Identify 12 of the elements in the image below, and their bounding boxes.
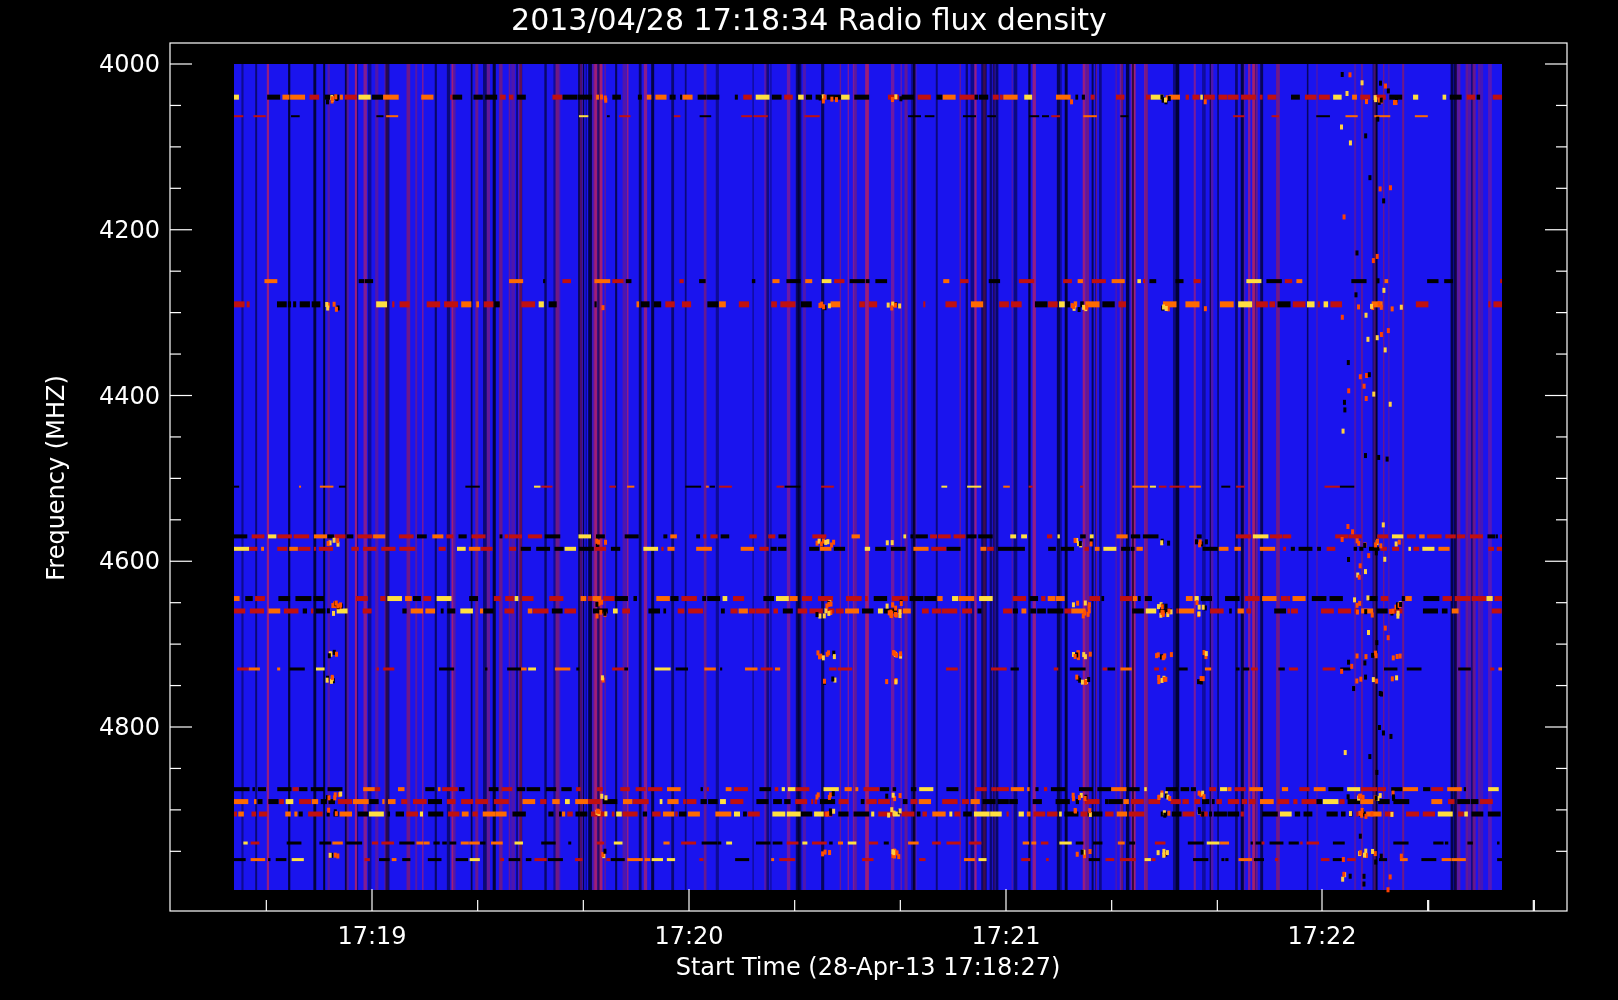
tick-label: 17:21 [971,922,1041,950]
tick-label: 4800 [98,713,160,741]
tick-label: 4200 [98,215,160,244]
tick-label: 4000 [98,50,160,78]
tick-label: 17:19 [337,922,407,950]
axis-label: Start Time (28-Apr-13 17:18:27) [675,953,1061,981]
chart-title: 2013/04/28 17:18:34 Radio flux density [511,2,1107,37]
tick-label: 17:22 [1287,922,1357,950]
tick-label: 17:20 [654,922,724,950]
tick-label: 4400 [98,381,160,410]
axis-label: Frequency (MHZ) [42,375,70,581]
tick-label: 4600 [98,547,160,576]
